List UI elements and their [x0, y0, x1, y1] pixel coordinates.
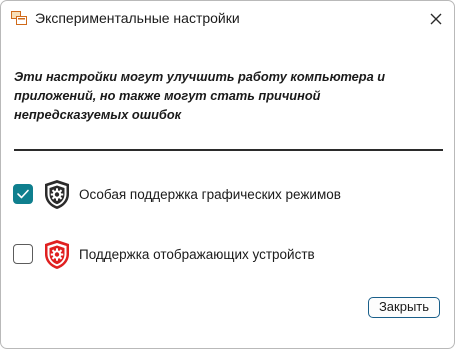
checkmark-icon [17, 189, 29, 199]
title-bar: Экспериментальные настройки [1, 1, 454, 35]
graphics-modes-label: Особая поддержка графических режимов [79, 187, 341, 202]
app-icon [11, 11, 27, 25]
option-graphics-modes[interactable]: Особая поддержка графических режимов [13, 179, 433, 211]
option-display-devices[interactable]: Поддержка отображающих устройств [13, 239, 433, 271]
shield-gear-icon [43, 239, 71, 270]
window-title: Экспериментальные настройки [35, 10, 240, 26]
display-devices-checkbox[interactable] [13, 244, 33, 264]
close-icon[interactable] [425, 9, 447, 29]
experimental-settings-dialog: Экспериментальные настройки Эти настройк… [0, 0, 455, 349]
display-devices-label: Поддержка отображающих устройств [79, 247, 315, 262]
shield-gear-icon [43, 179, 71, 210]
close-button[interactable]: Закрыть [368, 297, 440, 318]
graphics-modes-checkbox[interactable] [13, 184, 33, 204]
warning-text: Эти настройки могут улучшить работу комп… [14, 69, 386, 122]
divider [14, 149, 443, 151]
